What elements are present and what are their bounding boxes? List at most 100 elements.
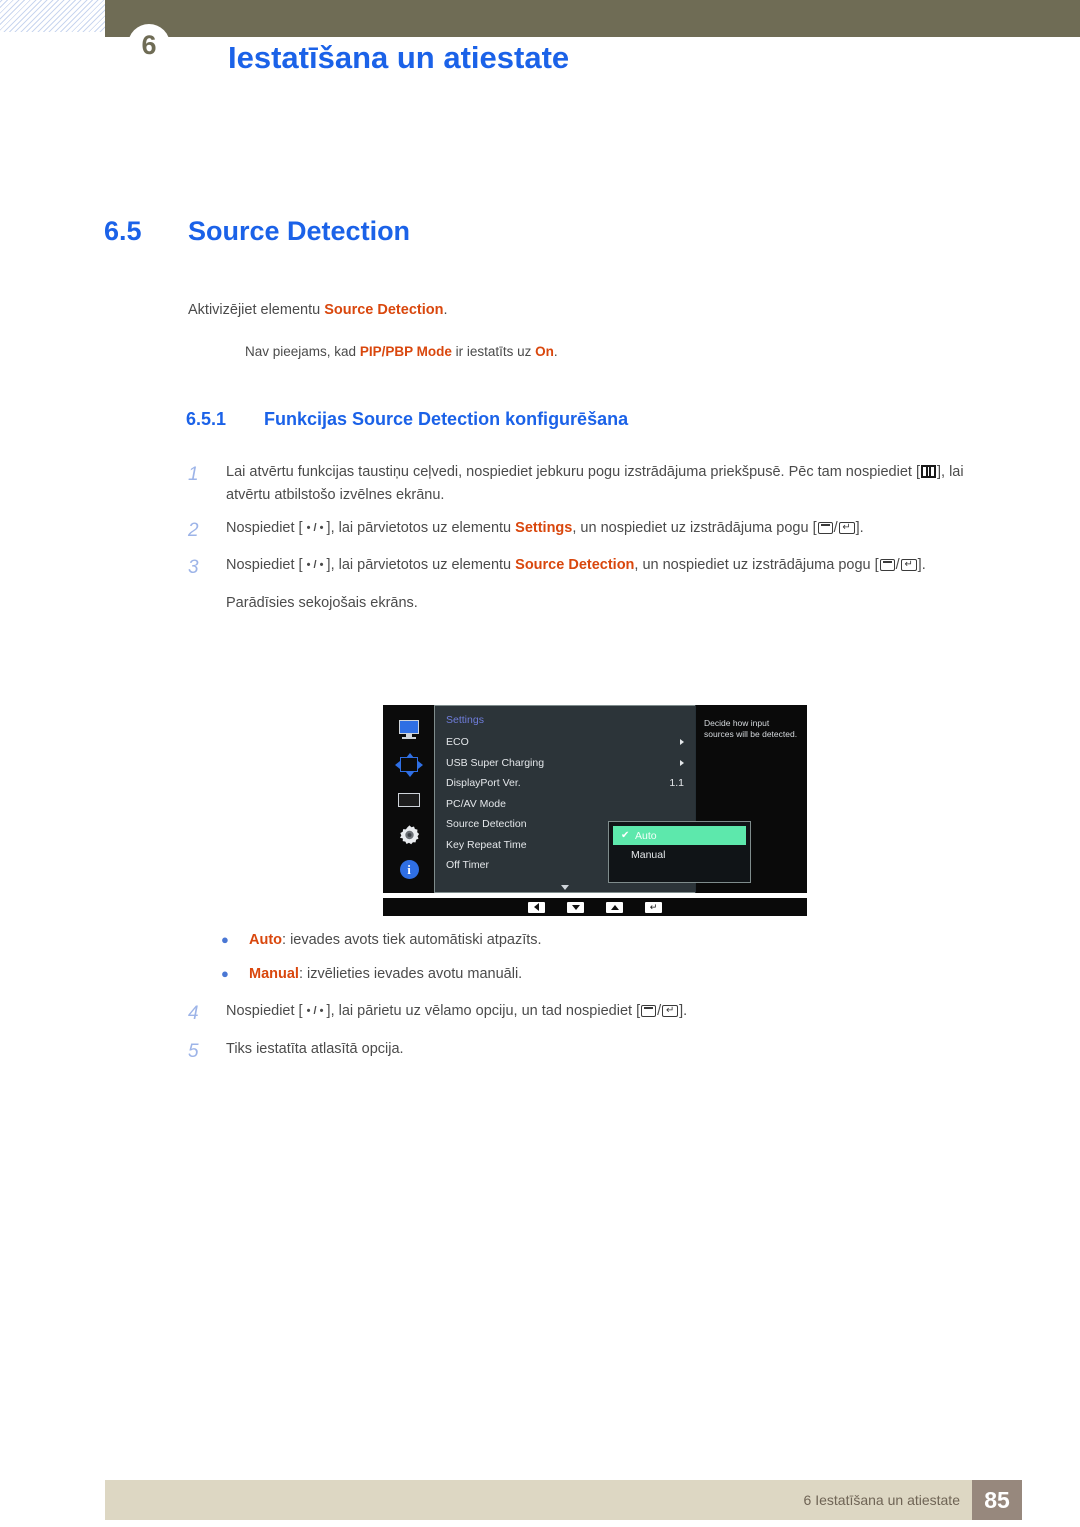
intro-paragraph: Aktivizējiet elementu Source Detection. [188,299,447,321]
list-item: ● Manual: izvēlieties ievades avotu manu… [221,964,921,986]
step-text-part: ], lai pārvietotos uz elementu [326,519,516,536]
osd-screenshot: i Settings ECO USB Super Charging Displa… [383,705,807,916]
up-arrow-button[interactable] [606,901,623,913]
osd-menu-list: Settings ECO USB Super Charging DisplayP… [434,705,751,893]
step-text-part: ], lai pārietu uz vēlamo opciju, un tad … [326,1003,641,1019]
dropdown-option-label: Manual [631,849,666,861]
osd-main-panel: i Settings ECO USB Super Charging Displa… [383,705,807,893]
step-text-part: ]. [917,557,926,574]
note-prefix: Nav pieejams, kad [245,344,360,359]
dropdown-option-manual[interactable]: Manual [609,845,750,865]
page-number: 85 [972,1480,1022,1520]
step-text: Nospiediet [ • / • ], lai pārietu uz vēl… [226,1000,988,1029]
osd-menu-item-pc-av-mode[interactable]: PC/AV Mode [435,794,695,815]
enter-button-icon: ↵ [662,1005,679,1017]
osd-item-label: USB Super Charging [446,756,545,769]
osd-menu-title: Settings [446,714,484,726]
slash-separator: / [895,557,900,574]
step-text-part: ], lai pārvietotos uz elementu [326,557,516,574]
corner-hatch-decoration [0,0,105,32]
back-button-icon [879,559,895,572]
enter-button[interactable]: ↵ [645,901,662,913]
step-text-part: ]. [679,1003,688,1019]
bullet-text: Auto: ievades avots tiek automātiski atp… [249,930,542,952]
slash-separator: / [833,519,838,536]
submenu-arrow-icon [680,759,684,766]
updown-dots-icon: • / • [306,559,327,572]
step-item: 2 Nospiediet [ • / • ], lai pārvietotos … [188,517,988,546]
steps-list-continued: 4 Nospiediet [ • / • ], lai pārietu uz v… [188,1000,988,1075]
note-paragraph: Nav pieejams, kad PIP/PBP Mode ir iestat… [245,342,558,363]
step-item: 4 Nospiediet [ • / • ], lai pārietu uz v… [188,1000,988,1029]
check-icon: ✔ [621,830,630,841]
step-number: 4 [188,1003,199,1024]
note-suffix: . [553,344,558,359]
list-item: ● Auto: ievades avots tiek automātiski a… [221,930,921,952]
bullet-text: Manual: izvēlieties ievades avotu manuāl… [249,964,522,986]
note-term-pip: PIP/PBP Mode [359,344,452,359]
footer-chapter-text: 6 Iestatīšana un atiestate [803,1492,960,1508]
step-text: Tiks iestatīta atlasītā opcija. [226,1040,404,1057]
step-number: 1 [188,464,199,485]
step-number: 2 [188,519,199,541]
step-item: 5 Tiks iestatīta atlasītā opcija. [188,1038,988,1067]
left-arrow-button[interactable] [528,901,545,913]
step-text-part: , un nospiediet uz izstrādājuma pogu [ [572,519,817,536]
bullet-description: : izvēlieties ievades avotu manuāli. [298,965,523,982]
step-text: Lai atvērtu funkcijas taustiņu ceļvedi, … [226,461,988,508]
down-arrow-button[interactable] [567,901,584,913]
osd-icon-rail: i [383,705,434,893]
steps-list: 1 Lai atvērtu funkcijas taustiņu ceļvedi… [188,461,988,615]
step-text-part: Lai atvērtu funkcijas taustiņu ceļvedi, … [226,464,920,480]
osd-control-bar: ↵ [383,898,807,916]
section-number: 6.5 [104,216,142,246]
back-button-icon [641,1005,657,1017]
osd-item-label: DisplayPort Ver. [446,777,521,790]
step-text-part: Nospiediet [ [226,1003,307,1019]
subsection-heading: 6.5.1 Funkcijas Source Detection konfigu… [186,409,628,430]
updown-dots-icon: • / • [306,521,327,534]
monitor-icon[interactable] [396,719,422,741]
scroll-down-indicator-icon[interactable] [561,885,569,890]
intro-prefix: Aktivizējiet elementu [188,302,325,318]
page-title: Iestatīšana un atiestate [228,40,570,75]
section-heading: 6.5 Source Detection [104,216,410,247]
step-sub-line: Parādīsies sekojošais ekrāns. [226,594,418,611]
header-band [105,0,1080,37]
step-text: Nospiediet [ • / • ], lai pārvietotos uz… [226,554,988,583]
step-number: 3 [188,557,199,579]
osd-display-icon[interactable] [396,789,422,811]
intro-suffix: . [443,302,448,318]
bullet-term: Manual [249,965,299,982]
intro-term: Source Detection [324,302,444,318]
osd-menu-item-displayport-ver[interactable]: DisplayPort Ver. 1.1 [435,773,695,794]
step-number: 5 [188,1040,199,1062]
osd-item-label: PC/AV Mode [446,797,506,810]
osd-item-value: 1.1 [669,777,684,790]
dropdown-option-auto[interactable]: ✔ Auto [613,826,746,845]
slash-separator: / [657,1003,662,1019]
bullet-icon: ● [221,965,229,981]
subsection-number: 6.5.1 [186,409,227,429]
step-text-part: Nospiediet [ [226,519,307,536]
gear-icon[interactable] [396,824,422,846]
source-detection-dropdown: ✔ Auto Manual [608,821,751,883]
info-icon[interactable]: i [396,859,422,881]
bullet-description: : ievades avots tiek automātiski atpazīt… [282,932,542,948]
step-term-source-detection: Source Detection [515,557,635,574]
step-text-part: ]. [855,519,864,536]
subsection-title: Funkcijas Source Detection konfigurēšana [264,409,629,429]
osd-menu-item-usb-super-charging[interactable]: USB Super Charging [435,753,695,774]
submenu-arrow-icon [680,739,684,746]
back-button-icon [817,521,833,534]
bullet-term: Auto [249,932,283,948]
step-text-part: , un nospiediet uz izstrādājuma pogu [ [634,557,879,574]
bullet-icon: ● [221,932,229,947]
osd-item-label: ECO [446,736,469,749]
dropdown-option-label: Auto [635,829,657,842]
step-item: 3 Nospiediet [ • / • ], lai pārvietotos … [188,554,988,583]
section-title: Source Detection [188,216,411,246]
picture-size-icon[interactable] [394,753,423,777]
osd-menu-item-eco[interactable]: ECO [435,732,695,753]
note-term-on: On [535,344,554,359]
